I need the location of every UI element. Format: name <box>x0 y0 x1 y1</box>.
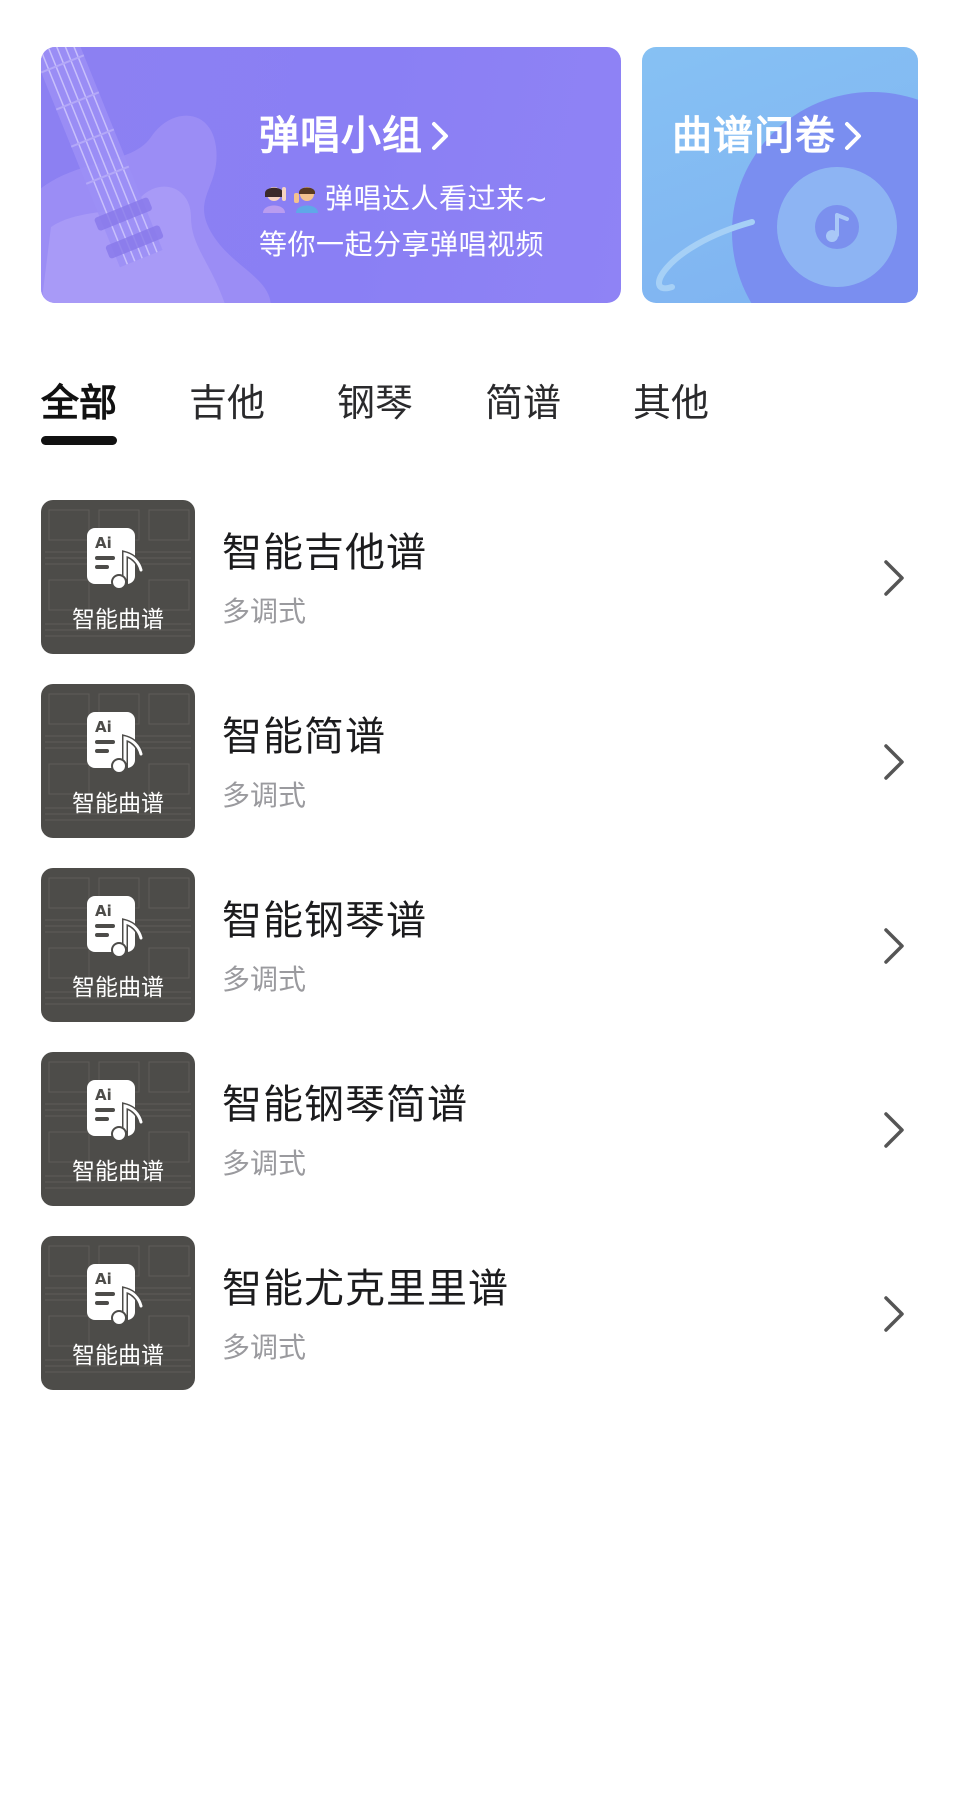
score-thumbnail: Ai 智能曲谱 <box>41 1236 195 1390</box>
thumbnail-label: 智能曲谱 <box>72 791 164 817</box>
ai-score-file-icon: Ai <box>87 1264 143 1324</box>
svg-text:Ai: Ai <box>95 1270 112 1288</box>
tab-numbered-notation[interactable]: 简谱 <box>485 372 561 427</box>
tab-guitar[interactable]: 吉他 <box>189 372 265 427</box>
score-thumbnail: Ai 智能曲谱 <box>41 1052 195 1206</box>
guitar-illustration-icon <box>41 47 271 303</box>
chevron-right-icon <box>844 115 862 161</box>
person-raising-hand-icon <box>259 183 289 213</box>
item-title: 智能尤克里里谱 <box>222 1266 509 1312</box>
item-subtitle: 多调式 <box>222 963 307 996</box>
svg-text:Ai: Ai <box>95 534 112 552</box>
ai-score-file-icon: Ai <box>87 528 143 588</box>
score-thumbnail: Ai 智能曲谱 <box>41 868 195 1022</box>
category-tabs: 全部 吉他 钢琴 简谱 其他 <box>41 372 921 452</box>
item-subtitle: 多调式 <box>222 1147 307 1180</box>
svg-text:Ai: Ai <box>95 718 112 736</box>
chevron-right-icon <box>884 744 904 780</box>
music-planet-illustration-icon <box>656 92 918 303</box>
group-banner-title: 弹唱小组 <box>259 103 449 161</box>
thumbnail-label: 智能曲谱 <box>72 607 164 633</box>
ai-score-file-icon: Ai <box>87 1080 143 1140</box>
list-item-guitar-score[interactable]: Ai 智能曲谱 智能吉他谱 多调式 <box>0 500 960 654</box>
chevron-right-icon <box>884 560 904 596</box>
chevron-right-icon <box>884 928 904 964</box>
list-item-numbered-score[interactable]: Ai 智能曲谱 智能简谱 多调式 <box>0 684 960 838</box>
person-gesturing-icon <box>292 183 322 213</box>
group-banner-line2: 等你一起分享弹唱视频 <box>259 228 545 261</box>
svg-text:Ai: Ai <box>95 1086 112 1104</box>
item-title: 智能简谱 <box>222 714 386 760</box>
thumbnail-label: 智能曲谱 <box>72 1159 164 1185</box>
item-title: 智能钢琴简谱 <box>222 1082 468 1128</box>
item-title: 智能吉他谱 <box>222 530 427 576</box>
svg-text:Ai: Ai <box>95 902 112 920</box>
list-item-piano-numbered-score[interactable]: Ai 智能曲谱 智能钢琴简谱 多调式 <box>0 1052 960 1206</box>
chevron-right-icon <box>431 115 449 161</box>
list-item-ukulele-score[interactable]: Ai 智能曲谱 智能尤克里里谱 多调式 <box>0 1236 960 1390</box>
survey-banner[interactable]: 曲谱问卷 <box>642 47 918 303</box>
group-banner-line1: 弹唱达人看过来~ <box>259 177 548 217</box>
item-subtitle: 多调式 <box>222 595 307 628</box>
chevron-right-icon <box>884 1112 904 1148</box>
item-subtitle: 多调式 <box>222 1331 307 1364</box>
survey-banner-title: 曲谱问卷 <box>672 103 862 161</box>
chevron-right-icon <box>884 1296 904 1332</box>
list-item-piano-score[interactable]: Ai 智能曲谱 智能钢琴谱 多调式 <box>0 868 960 1022</box>
tab-other[interactable]: 其他 <box>633 372 709 427</box>
score-thumbnail: Ai 智能曲谱 <box>41 500 195 654</box>
tab-all[interactable]: 全部 <box>41 372 117 427</box>
thumbnail-label: 智能曲谱 <box>72 1343 164 1369</box>
ai-score-file-icon: Ai <box>87 896 143 956</box>
group-banner[interactable]: 弹唱小组 弹唱达人看过来~ 等你一起分享弹唱视频 <box>41 47 621 303</box>
item-title: 智能钢琴谱 <box>222 898 427 944</box>
tab-piano[interactable]: 钢琴 <box>337 372 413 427</box>
thumbnail-label: 智能曲谱 <box>72 975 164 1001</box>
score-thumbnail: Ai 智能曲谱 <box>41 684 195 838</box>
active-tab-indicator <box>41 436 117 445</box>
item-subtitle: 多调式 <box>222 779 307 812</box>
ai-score-file-icon: Ai <box>87 712 143 772</box>
